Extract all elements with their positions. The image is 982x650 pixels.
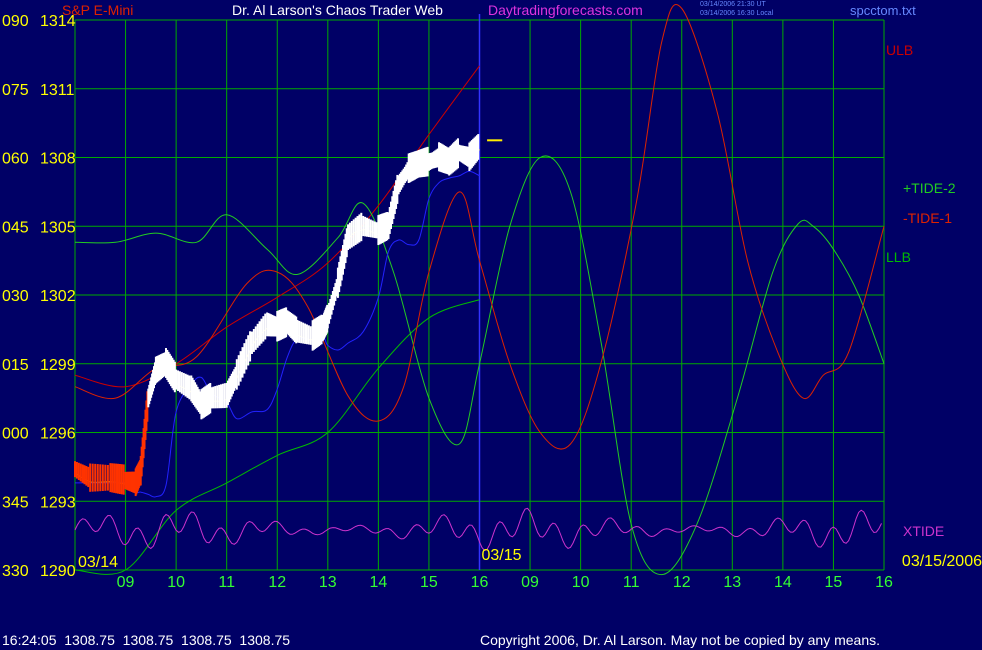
y-angle-label: 090: [2, 13, 29, 30]
y-angle-label: 030: [2, 288, 29, 305]
x-tick-label: 14: [369, 574, 387, 591]
y-price-label: 1299: [40, 357, 76, 374]
date-label: 03/15/2006: [902, 553, 982, 570]
copyright: Copyright 2006, Dr. Al Larson. May not b…: [480, 632, 881, 648]
x-tick-label: 09: [117, 574, 135, 591]
chart-title: S&P E-Mini: [62, 2, 134, 18]
legend-xtide: XTIDE: [903, 523, 944, 539]
timestamp-ut: 03/14/2006 21:30 UT: [700, 1, 766, 8]
site-url[interactable]: Daytradingforecasts.com: [488, 2, 643, 18]
x-tick-label: 16: [875, 574, 893, 591]
x-tick-label: 11: [623, 574, 640, 591]
data-file-name: spcctom.txt: [850, 3, 916, 18]
chart: 090 1314075 1311060 1308045 1305030 1302015 12…: [0, 0, 982, 650]
y-price-label: 1296: [40, 426, 76, 443]
x-tick-label: 10: [572, 574, 590, 591]
x-tick-label: 11: [218, 574, 235, 591]
x-tick-label: 09: [521, 574, 539, 591]
y-angle-label: 060: [2, 151, 29, 168]
y-price-label: 1302: [40, 288, 76, 305]
y-angle-label: 075: [2, 82, 29, 99]
y-price-label: 1305: [40, 219, 76, 236]
y-angle-label: 330: [2, 563, 29, 580]
x-tick-label: 12: [268, 574, 286, 591]
x-tick-label: 14: [774, 574, 792, 591]
date-label: 03/15: [482, 547, 522, 564]
legend-llb: LLB: [886, 249, 911, 265]
y-price-label: 1311: [40, 82, 75, 99]
x-tick-label: 15: [420, 574, 438, 591]
y-angle-label: 045: [2, 219, 29, 236]
site-title: Dr. Al Larson's Chaos Trader Web: [232, 2, 443, 18]
legend--tide-1: -TIDE-1: [903, 210, 952, 226]
x-tick-label: 16: [471, 574, 489, 591]
y-angle-label: 015: [2, 357, 29, 374]
y-price-label: 1308: [40, 151, 76, 168]
y-angle-label: 345: [2, 494, 29, 511]
y-angle-label: 000: [2, 426, 29, 443]
legend-ulb: ULB: [886, 42, 913, 58]
y-price-label: 1290: [40, 563, 76, 580]
x-tick-label: 15: [825, 574, 843, 591]
x-tick-label: 12: [673, 574, 691, 591]
y-price-label: 1293: [40, 494, 76, 511]
date-label: 03/14: [78, 554, 118, 571]
last-quote: 16:24:05 1308.75 1308.75 1308.75 1308.75: [2, 632, 291, 648]
x-tick-label: 10: [167, 574, 185, 591]
legend--tide-2: +TIDE-2: [903, 180, 956, 196]
timestamp-local: 03/14/2006 16:30 Local: [700, 10, 774, 17]
x-tick-label: 13: [723, 574, 741, 591]
x-tick-label: 13: [319, 574, 337, 591]
